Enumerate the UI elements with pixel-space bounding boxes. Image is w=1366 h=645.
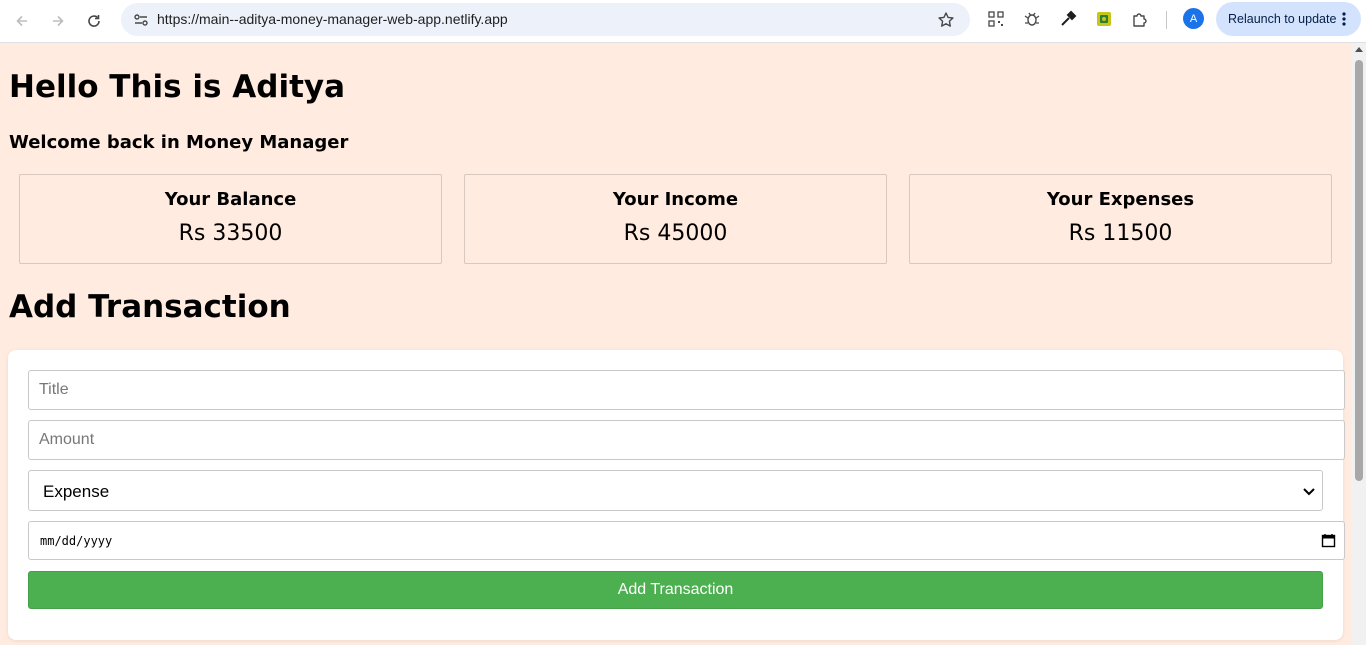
calendar-icon[interactable] (1321, 533, 1336, 548)
address-bar[interactable]: https://main--aditya-money-manager-web-a… (121, 3, 970, 36)
bookmark-star-icon[interactable] (932, 6, 960, 34)
amount-input[interactable] (28, 420, 1345, 460)
bug-icon[interactable] (1018, 5, 1046, 33)
balance-card-value: Rs 33500 (178, 221, 283, 246)
add-transaction-button[interactable]: Add Transaction (28, 571, 1323, 609)
welcome-subtitle: Welcome back in Money Manager (9, 132, 349, 153)
transaction-type-value: Expense (43, 482, 110, 501)
expenses-card-title: Your Expenses (1046, 189, 1195, 210)
relaunch-label: Relaunch to update (1228, 12, 1337, 26)
balance-card-title: Your Balance (164, 189, 297, 210)
expenses-card: Your Expenses Rs 11500 (909, 174, 1332, 264)
site-info-icon[interactable] (127, 6, 155, 34)
scroll-up-arrow-icon[interactable] (1355, 47, 1363, 52)
add-transaction-heading: Add Transaction (9, 289, 291, 325)
page-viewport: Hello This is Aditya Welcome back in Mon… (0, 43, 1352, 645)
transaction-form: Expense mm/dd/yyyy Add Transaction (8, 350, 1345, 640)
eyedropper-icon[interactable] (1054, 5, 1082, 33)
date-input[interactable]: mm/dd/yyyy (28, 521, 1345, 560)
expenses-card-value: Rs 11500 (1068, 221, 1173, 246)
page-title: Hello This is Aditya (9, 69, 346, 105)
transaction-type-select[interactable]: Expense (28, 470, 1323, 511)
back-arrow-icon (16, 15, 27, 27)
puzzle-icon[interactable] (1126, 5, 1154, 33)
forward-arrow-icon (53, 15, 64, 27)
relaunch-button[interactable]: Relaunch to update (1216, 2, 1361, 36)
income-card-value: Rs 45000 (623, 221, 728, 246)
qr-code-icon[interactable] (982, 5, 1010, 33)
date-placeholder: mm/dd/yyyy (40, 534, 113, 548)
back-button[interactable] (8, 7, 36, 35)
income-card-title: Your Income (612, 189, 739, 210)
title-input[interactable] (28, 370, 1345, 410)
reload-icon (88, 15, 100, 27)
url-text[interactable]: https://main--aditya-money-manager-web-a… (157, 11, 508, 27)
extension-green-icon[interactable] (1090, 5, 1118, 33)
toolbar-separator (1166, 11, 1167, 29)
browser-toolbar: https://main--aditya-money-manager-web-a… (0, 0, 1366, 43)
profile-avatar[interactable]: A (1183, 8, 1204, 29)
income-card: Your Income Rs 45000 (464, 174, 887, 264)
more-options-icon[interactable] (1335, 10, 1353, 28)
page-scrollbar[interactable] (1352, 43, 1366, 645)
scrollbar-thumb[interactable] (1355, 60, 1363, 481)
balance-card: Your Balance Rs 33500 (19, 174, 442, 264)
forward-button[interactable] (44, 7, 72, 35)
reload-button[interactable] (80, 7, 108, 35)
chevron-down-icon (1303, 488, 1315, 496)
